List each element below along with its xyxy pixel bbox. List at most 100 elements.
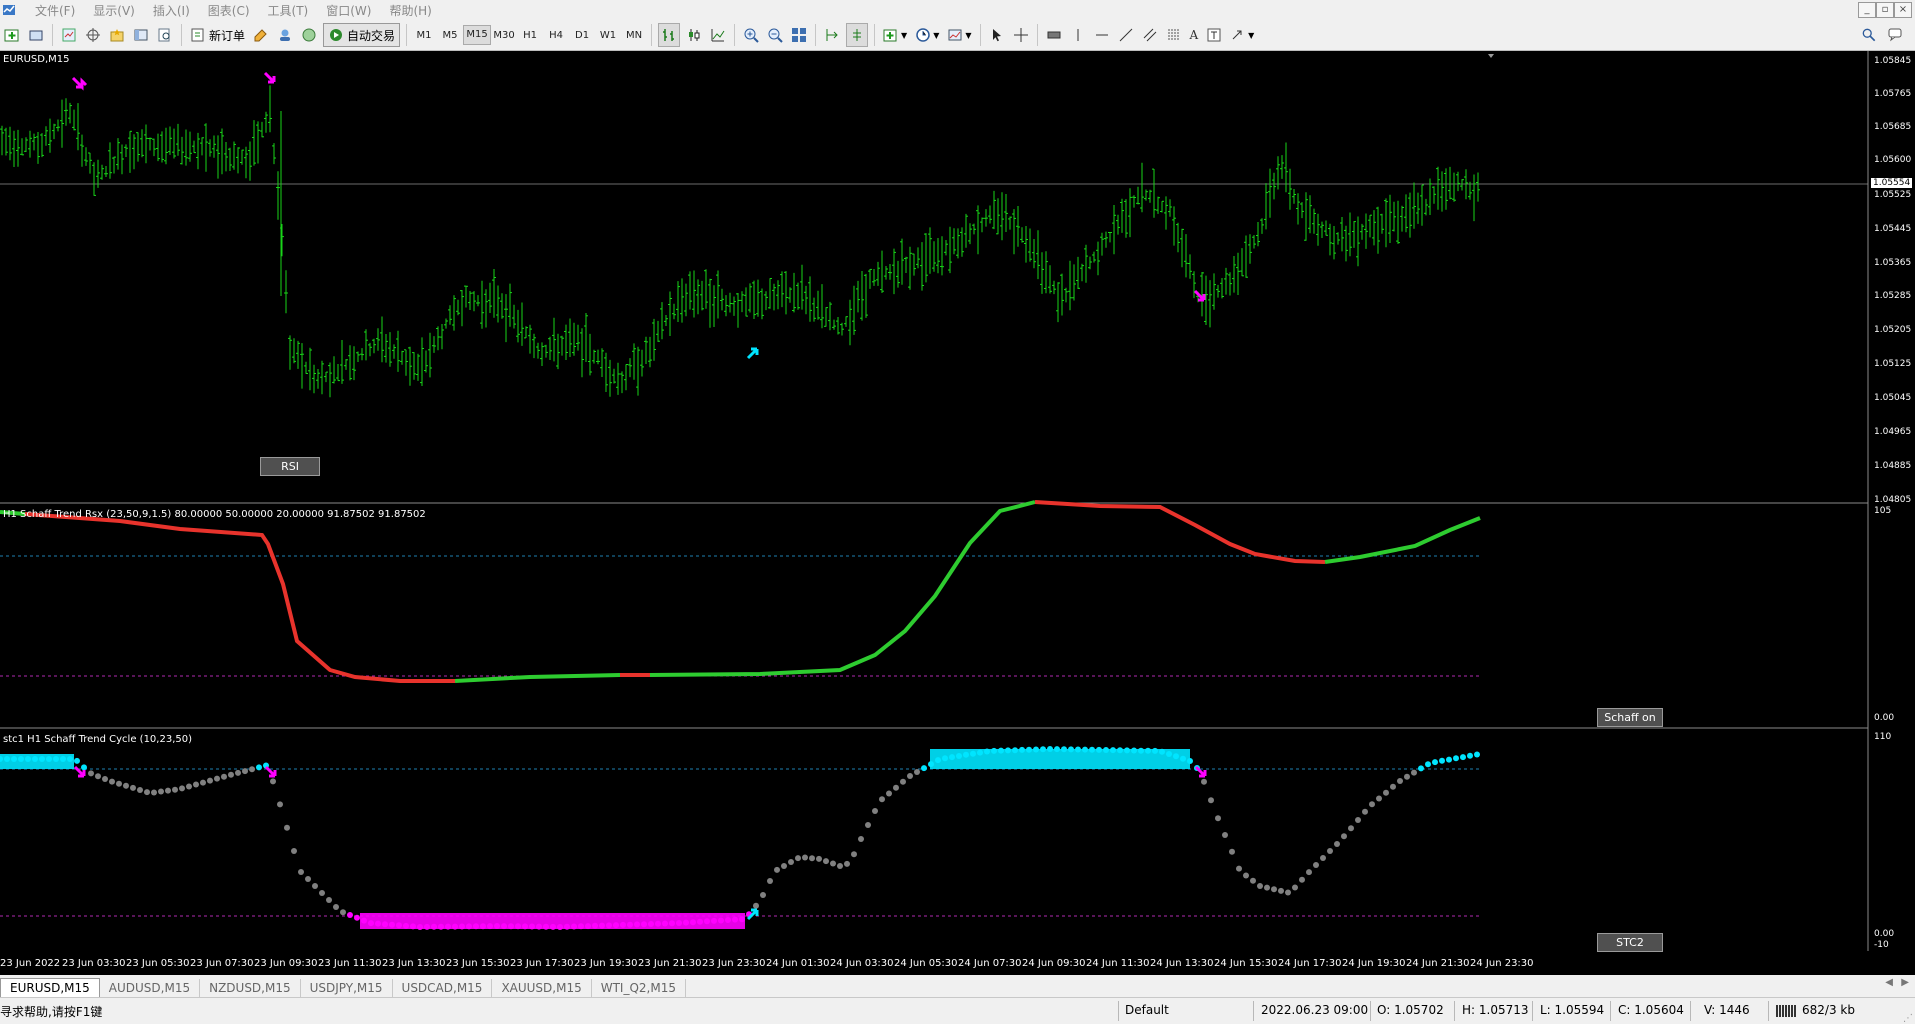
timeframe-h4[interactable]: H4 [543,30,569,41]
app-icon [3,5,15,15]
tab-audusd[interactable]: AUDUSD,M15 [100,979,201,997]
new-order-label: 新订单 [209,28,246,43]
chart-area[interactable]: EURUSD,M15 H1 Schaff Trend Rsx (23,50,9,… [0,51,1915,952]
time-tick: 24 Jun 07:30 [958,958,1022,969]
profiles-button[interactable] [26,24,46,46]
schaff-rsx-line-down [24,512,455,683]
candlestick-button[interactable] [684,24,704,46]
rectangle-tool-button[interactable] [1044,24,1064,46]
close-button[interactable]: × [1894,2,1912,18]
chart-tabs: EURUSD,M15 AUDUSD,M15 NZDUSD,M15 USDJPY,… [0,975,1915,997]
globe-button[interactable] [299,24,319,46]
cursor-button[interactable] [987,24,1007,46]
toolbar-separator [979,24,981,46]
auto-trading-icon [330,29,343,41]
tab-scroll-left-icon[interactable]: ◀ [1885,977,1893,988]
autoscroll-button[interactable] [846,23,869,47]
minimize-button[interactable]: _ [1858,2,1876,18]
schaff-rsx-line-down [1034,500,1326,564]
price-tick: 1.05045 [1874,393,1912,403]
toolbar-separator [734,24,736,46]
restore-button[interactable]: ▫ [1876,2,1894,18]
horizontal-line-icon [1095,34,1108,36]
timeframe-m5[interactable]: M5 [437,30,463,41]
timeframe-w1[interactable]: W1 [595,30,621,41]
indicators-button[interactable]: ▼ [881,24,909,46]
tab-wti[interactable]: WTI_Q2,M15 [592,979,686,997]
tab-xauusd[interactable]: XAUUSD,M15 [492,979,592,997]
chart-shift-button[interactable] [822,24,842,46]
fibonacci-button[interactable] [1164,24,1184,46]
vertical-line-button[interactable] [1068,24,1088,46]
zoom-out-button[interactable] [765,24,785,46]
toolbar-separator [815,24,817,46]
terminal-button[interactable] [131,24,151,46]
profiles-icon [29,30,43,41]
tab-usdjpy[interactable]: USDJPY,M15 [301,979,393,997]
tab-usdcad[interactable]: USDCAD,M15 [393,979,493,997]
templates-button[interactable]: ▼ [945,24,973,46]
chart-shift-marker[interactable] [1488,54,1494,58]
crosshair-target-icon [86,28,100,42]
timeframe-m15[interactable]: M15 [463,25,492,45]
timeframe-m30[interactable]: M30 [491,30,517,41]
menu-charts[interactable]: 图表(C) [199,2,259,19]
zoom-in-icon [744,28,759,43]
time-tick: 24 Jun 05:30 [894,958,958,969]
tab-nzdusd[interactable]: NZDUSD,M15 [200,979,301,997]
stc2-button[interactable]: STC2 [1597,933,1663,952]
tab-scroll-right-icon[interactable]: ▶ [1901,977,1909,988]
toolbar-separator [874,24,876,46]
menu-window[interactable]: 窗口(W) [317,2,380,19]
bar-chart-button[interactable] [658,23,681,47]
timeframe-h1[interactable]: H1 [517,30,543,41]
current-price-tag: 1.05554 [1871,178,1913,188]
time-tick: 24 Jun 23:30 [1470,958,1534,969]
arrows-button[interactable]: ▼ [1228,24,1256,46]
options-button[interactable] [275,24,295,46]
menu-insert[interactable]: 插入(I) [144,2,199,19]
text-label-button[interactable] [1204,24,1224,46]
search-icon[interactable] [1862,28,1876,42]
rsi-button[interactable]: RSI [260,457,320,476]
zoom-in-button[interactable] [741,24,761,46]
auto-trading-button[interactable]: 自动交易 [323,23,401,47]
line-chart-button[interactable] [708,24,728,46]
metaeditor-button[interactable] [251,24,271,46]
schaff-on-button[interactable]: Schaff on [1597,708,1663,727]
time-tick: 24 Jun 03:30 [830,958,894,969]
menu-tools[interactable]: 工具(T) [259,2,318,19]
tab-eurusd[interactable]: EURUSD,M15 [0,978,100,997]
status-low: L: 1.05594 [1540,1003,1605,1017]
horizontal-line-button[interactable] [1092,24,1112,46]
menu-view[interactable]: 显示(V) [84,2,144,19]
strategy-tester-button[interactable] [155,24,175,46]
tile-windows-button[interactable] [789,24,809,46]
trendline-icon [1119,28,1132,42]
indicator1-axis-bottom: 0.00 [1874,713,1895,723]
candlestick-icon [689,29,700,41]
status-traffic: 682/3 kb [1802,1003,1855,1017]
text-tool-button[interactable]: A [1188,24,1201,46]
timeframe-m1[interactable]: M1 [411,30,437,41]
new-chart-button[interactable] [2,24,22,46]
cursor-icon [992,29,1001,42]
periods-button[interactable]: ▼ [913,24,941,46]
time-tick: 23 Jun 05:30 [126,958,190,969]
menu-file[interactable]: 文件(F) [26,2,84,19]
channel-button[interactable] [1140,24,1160,46]
new-order-button[interactable]: 新订单 [188,24,247,46]
crosshair-button[interactable] [1011,24,1031,46]
sell-arrow [71,76,88,91]
time-tick: 23 Jun 23:30 [702,958,766,969]
resize-grip-icon[interactable]: ⋰ [1903,1013,1913,1024]
timeframe-d1[interactable]: D1 [569,30,595,41]
timeframe-mn[interactable]: MN [621,30,647,41]
data-window-button[interactable] [83,24,103,46]
chat-icon[interactable] [1888,28,1904,42]
chart-canvas[interactable] [0,51,1915,951]
menu-help[interactable]: 帮助(H) [380,2,440,19]
trendline-button[interactable] [1116,24,1136,46]
navigator-button[interactable] [107,24,127,46]
market-watch-button[interactable] [59,24,79,46]
